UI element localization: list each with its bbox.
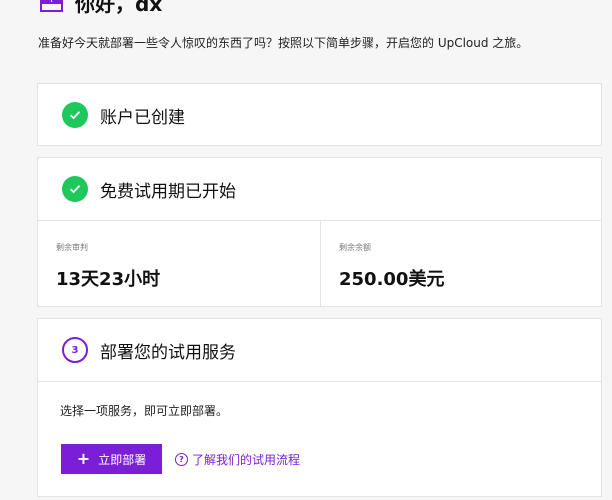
trial-started-card: 免费试用期已开始 剩余审判 13天23小时 剩余余额 250.00美元 bbox=[37, 157, 602, 307]
remaining-time-value: 13天23小时 bbox=[56, 269, 161, 290]
deploy-now-label: 立即部署 bbox=[98, 452, 147, 467]
check-icon bbox=[62, 102, 88, 128]
account-created-title: 账户已创建 bbox=[100, 108, 185, 128]
deploy-service-header: 3 部署您的试用服务 bbox=[38, 319, 601, 381]
remaining-balance-cell: 剩余余额 250.00美元 bbox=[321, 221, 601, 307]
remaining-balance-value: 250.00美元 bbox=[339, 269, 445, 290]
plus-icon: + bbox=[76, 449, 91, 468]
dashboard-icon bbox=[40, 0, 64, 12]
deploy-service-body: 选择一项服务，即可立即部署。 + 立即部署 ? 了解我们的试用流程 bbox=[38, 381, 601, 498]
deploy-description: 选择一项服务，即可立即部署。 bbox=[60, 404, 229, 418]
greeting-title: 你好，dx bbox=[75, 0, 163, 16]
trial-stats: 剩余审判 13天23小时 剩余余额 250.00美元 bbox=[38, 220, 601, 307]
help-icon: ? bbox=[175, 453, 188, 466]
step-number-badge: 3 bbox=[62, 337, 88, 363]
deploy-service-title: 部署您的试用服务 bbox=[100, 343, 236, 363]
remaining-balance-label: 剩余余额 bbox=[339, 243, 371, 252]
trial-started-header: 免费试用期已开始 bbox=[38, 158, 601, 220]
intro-subtitle: 准备好今天就部署一些令人惊叹的东西了吗？按照以下简单步骤，开启您的 UpClou… bbox=[38, 36, 529, 50]
deploy-service-card: 3 部署您的试用服务 选择一项服务，即可立即部署。 + 立即部署 ? 了解我们的… bbox=[37, 318, 602, 497]
check-icon bbox=[62, 176, 88, 202]
account-created-card: 账户已创建 bbox=[37, 83, 602, 146]
account-created-header: 账户已创建 bbox=[38, 84, 601, 146]
page-header: 你好，dx 准备好今天就部署一些令人惊叹的东西了吗？按照以下简单步骤，开启您的 … bbox=[0, 0, 612, 60]
remaining-time-label: 剩余审判 bbox=[56, 243, 88, 252]
learn-trial-process-link[interactable]: ? 了解我们的试用流程 bbox=[175, 451, 300, 468]
deploy-now-button[interactable]: + 立即部署 bbox=[61, 444, 162, 474]
trial-started-title: 免费试用期已开始 bbox=[100, 182, 236, 202]
learn-trial-process-label: 了解我们的试用流程 bbox=[192, 453, 301, 467]
remaining-time-cell: 剩余审判 13天23小时 bbox=[38, 221, 321, 307]
